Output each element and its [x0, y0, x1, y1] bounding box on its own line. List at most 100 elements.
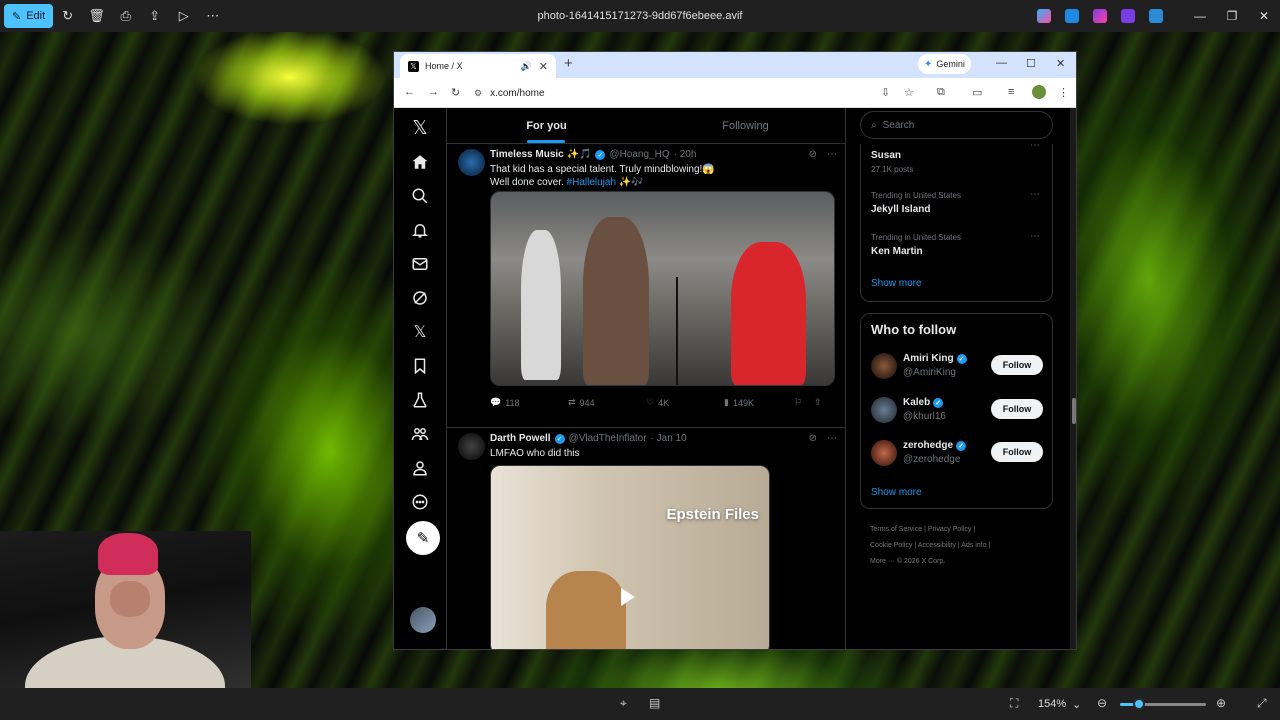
- page-scrollbar[interactable]: [1070, 108, 1076, 649]
- fullscreen-icon[interactable]: ⤢: [1257, 696, 1267, 711]
- clipchamp-icon[interactable]: [1121, 9, 1135, 23]
- zoom-slider-thumb[interactable]: [1132, 698, 1145, 710]
- post-button[interactable]: ✎: [406, 521, 440, 555]
- grok-explain-icon[interactable]: ⊘: [809, 433, 817, 444]
- edit-button[interactable]: ✎ Edit: [4, 4, 54, 28]
- bookmark-button[interactable]: ⚐: [794, 397, 814, 408]
- profile-avatar[interactable]: [1032, 85, 1046, 99]
- show-more-suggestions-link[interactable]: Show more: [871, 487, 922, 498]
- address-bar[interactable]: ⚙ x.com/home: [474, 82, 874, 104]
- profile-icon[interactable]: [408, 456, 432, 480]
- trend-name[interactable]: Jekyll Island: [871, 204, 930, 215]
- tab-close-icon[interactable]: ✕: [539, 60, 548, 73]
- split-view-icon[interactable]: ▭: [972, 86, 982, 99]
- back-icon[interactable]: ←: [404, 86, 415, 98]
- cookie-link[interactable]: Cookie Policy: [870, 542, 912, 549]
- messages-icon[interactable]: [408, 252, 432, 276]
- grok-explain-icon[interactable]: ⊘: [809, 149, 817, 160]
- notifications-icon[interactable]: [408, 218, 432, 242]
- tweet-more-icon[interactable]: ⋯: [827, 149, 837, 160]
- home-icon[interactable]: [408, 150, 432, 174]
- zoom-in-icon[interactable]: ⊕: [1216, 696, 1226, 710]
- share-icon[interactable]: ⇪: [140, 4, 169, 28]
- reply-button[interactable]: 💬 118: [490, 397, 568, 408]
- tab-following[interactable]: Following: [646, 108, 845, 143]
- trend-more-icon[interactable]: ⋯: [1030, 189, 1040, 200]
- reload-icon[interactable]: ↻: [451, 86, 460, 99]
- privacy-link[interactable]: Privacy Policy: [928, 526, 972, 533]
- trend-more-icon[interactable]: ⋯: [1030, 231, 1040, 242]
- repost-button[interactable]: ⇄ 944: [568, 397, 646, 408]
- trend-name[interactable]: Ken Martin: [871, 246, 923, 257]
- avatar[interactable]: [871, 353, 897, 379]
- bookmarks-icon[interactable]: [408, 354, 432, 378]
- play-icon[interactable]: [621, 588, 635, 606]
- cloud-icon[interactable]: [1149, 9, 1163, 23]
- search-icon[interactable]: [408, 184, 432, 208]
- tab-home-x[interactable]: 𝕏 Home / X 🔊 ✕: [400, 54, 556, 78]
- tweet[interactable]: Darth Powell ✓ @VladTheInflator · Jan 10…: [447, 429, 845, 649]
- more-options-icon[interactable]: ⋯: [198, 4, 227, 28]
- follow-button[interactable]: Follow: [991, 355, 1043, 375]
- visual-search-icon[interactable]: ⌖: [620, 696, 627, 711]
- gemini-button[interactable]: ✦ Gemini: [918, 54, 971, 74]
- text-extract-icon[interactable]: ▤: [649, 696, 660, 710]
- rotate-icon[interactable]: ↻: [53, 4, 82, 28]
- zoom-level-dropdown[interactable]: 154% ⌄: [1030, 694, 1084, 714]
- like-button[interactable]: ♡ 4K: [646, 397, 724, 408]
- speaker-icon[interactable]: 🔊: [521, 61, 532, 72]
- follow-suggestion[interactable]: Amiri King ✓ @AmiriKing Follow: [871, 352, 1043, 382]
- tweet[interactable]: Timeless Music ✨🎵 ✓ @Hoang_HQ · 20h ⊘ ⋯ …: [447, 145, 845, 428]
- fit-to-window-icon[interactable]: ⛶: [1010, 696, 1018, 711]
- zoom-out-icon[interactable]: ⊖: [1097, 696, 1107, 710]
- scrollbar-thumb[interactable]: [1072, 398, 1076, 424]
- tweet-time[interactable]: · Jan 10: [651, 433, 687, 444]
- footer-more-link[interactable]: More ···: [870, 558, 895, 565]
- more-icon[interactable]: [408, 490, 432, 514]
- browser-close-icon[interactable]: ✕: [1056, 57, 1065, 70]
- suggestion-name[interactable]: Kaleb: [903, 397, 930, 408]
- browser-minimize-icon[interactable]: —: [996, 57, 1007, 69]
- grok-icon[interactable]: [408, 286, 432, 310]
- suggestion-name[interactable]: Amiri King: [903, 353, 954, 364]
- bookmark-star-icon[interactable]: ☆: [904, 86, 914, 99]
- search-input[interactable]: ⌕ Search: [860, 111, 1053, 139]
- ads-info-link[interactable]: Ads info: [961, 542, 986, 549]
- tweet-author-name[interactable]: Darth Powell: [490, 433, 551, 444]
- copilot-icon[interactable]: [1037, 9, 1051, 23]
- avatar[interactable]: [871, 440, 897, 466]
- trend-more-icon[interactable]: ⋯: [1030, 140, 1040, 151]
- tweet-avatar[interactable]: [458, 433, 485, 460]
- trend-name[interactable]: Susan: [871, 150, 901, 161]
- show-more-trends-link[interactable]: Show more: [871, 278, 922, 289]
- tweet-author-name[interactable]: Timeless Music ✨🎵: [490, 149, 591, 160]
- tweet-time[interactable]: · 20h: [674, 149, 697, 160]
- install-app-icon[interactable]: ⇩: [881, 86, 890, 99]
- tweet-author-handle[interactable]: @VladTheInflator: [569, 433, 647, 444]
- browser-maximize-icon[interactable]: ☐: [1026, 57, 1036, 70]
- tab-for-you[interactable]: For you: [447, 108, 646, 143]
- browser-menu-icon[interactable]: ⋮: [1058, 86, 1069, 99]
- extensions-icon[interactable]: ⧉: [937, 86, 945, 99]
- terms-link[interactable]: Terms of Service: [870, 526, 922, 533]
- accessibility-link[interactable]: Accessibility: [918, 542, 956, 549]
- follow-suggestion[interactable]: zerohedge ✓ @zerohedge Follow: [871, 439, 1043, 469]
- jobs-icon[interactable]: [408, 388, 432, 412]
- views-button[interactable]: ▮ 149K: [724, 397, 794, 408]
- tweet-video[interactable]: [490, 191, 835, 386]
- tweet-more-icon[interactable]: ⋯: [827, 433, 837, 444]
- media-controls-icon[interactable]: ≡: [1008, 86, 1014, 98]
- print-icon[interactable]: ⎙: [111, 4, 140, 28]
- minimize-icon[interactable]: —: [1184, 9, 1216, 23]
- maximize-icon[interactable]: ❐: [1216, 9, 1248, 23]
- follow-button[interactable]: Follow: [991, 442, 1043, 462]
- x-premium-icon[interactable]: 𝕏: [408, 320, 432, 344]
- slideshow-icon[interactable]: ▷: [169, 4, 198, 28]
- delete-icon[interactable]: 🗑: [82, 4, 111, 28]
- forward-icon[interactable]: →: [428, 86, 439, 98]
- new-tab-icon[interactable]: +: [564, 55, 573, 72]
- account-avatar[interactable]: [410, 607, 436, 633]
- site-info-icon[interactable]: ⚙: [474, 88, 482, 99]
- designer-icon[interactable]: [1065, 9, 1079, 23]
- hashtag-link[interactable]: #Hallelujah: [567, 177, 616, 188]
